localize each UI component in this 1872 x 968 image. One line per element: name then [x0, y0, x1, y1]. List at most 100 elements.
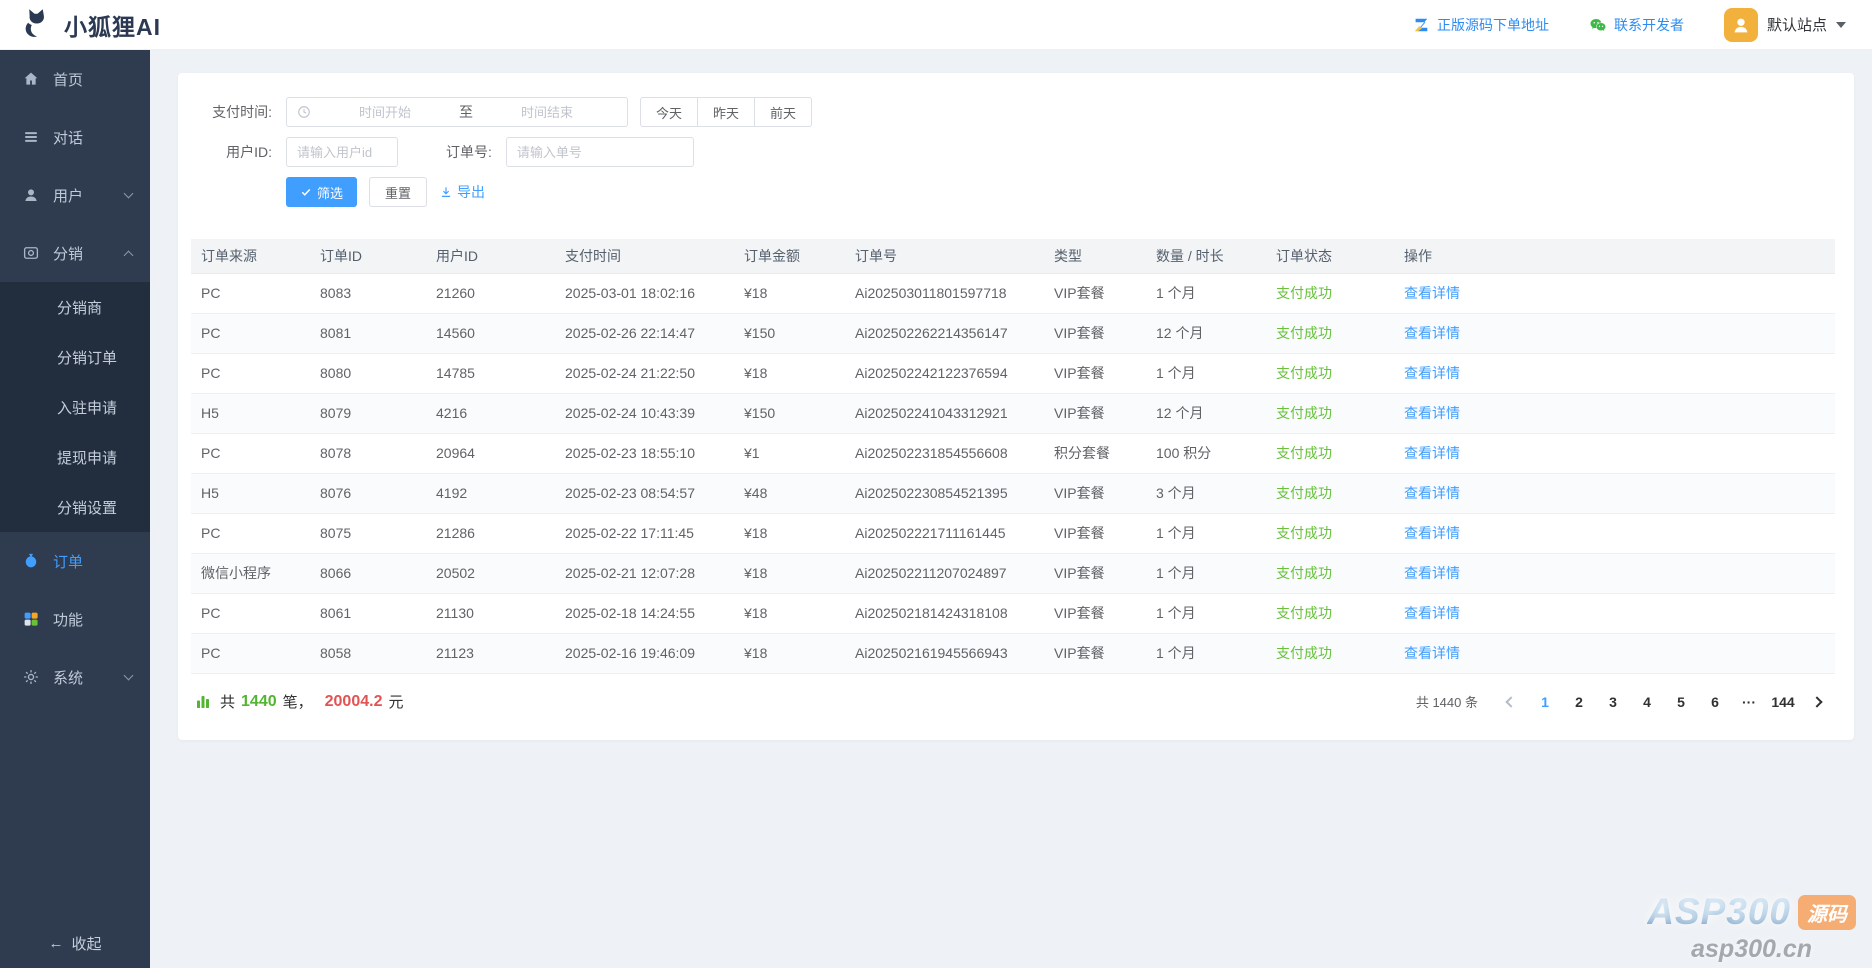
- time-start-input[interactable]: [315, 105, 455, 120]
- page-numbers: 123456···144: [1530, 688, 1798, 716]
- cell-status: 支付成功: [1266, 593, 1394, 633]
- cell-pay-time: 2025-02-24 10:43:39: [555, 393, 734, 433]
- view-details-link[interactable]: 查看详情: [1404, 485, 1460, 501]
- cell-type: VIP套餐: [1044, 273, 1146, 313]
- pagination: 共 1440 条 123456···144: [1416, 688, 1832, 716]
- sidebar-item-chat[interactable]: 对话: [0, 108, 150, 166]
- sidebar-item-users[interactable]: 用户: [0, 166, 150, 224]
- source-order-label: 正版源码下单地址: [1437, 15, 1549, 35]
- money-bag-icon: [22, 552, 40, 570]
- cell-type: VIP套餐: [1044, 633, 1146, 673]
- cell-action: 查看详情: [1394, 473, 1835, 513]
- cell-type: VIP套餐: [1044, 313, 1146, 353]
- cell-order-source: PC: [191, 633, 310, 673]
- sidebar-item-home[interactable]: 首页: [0, 50, 150, 108]
- table-footer: 共 1440 笔， 20004.2 元 共 1440 条 123456···14…: [178, 674, 1854, 740]
- card-icon: [22, 244, 40, 262]
- cell-amount: ¥1: [734, 433, 845, 473]
- cell-action: 查看详情: [1394, 593, 1835, 633]
- sidebar-subitem-distributors[interactable]: 分销商: [0, 282, 150, 332]
- cell-amount: ¥18: [734, 273, 845, 313]
- column-header: 操作: [1394, 239, 1835, 273]
- column-header: 订单来源: [191, 239, 310, 273]
- view-details-link[interactable]: 查看详情: [1404, 605, 1460, 621]
- view-details-link[interactable]: 查看详情: [1404, 325, 1460, 341]
- cell-quantity: 1 个月: [1146, 633, 1266, 673]
- quick-date-button[interactable]: 昨天: [697, 97, 755, 127]
- page-number[interactable]: 3: [1598, 688, 1628, 716]
- contact-developer-label: 联系开发者: [1614, 15, 1684, 35]
- page-number[interactable]: ···: [1734, 688, 1764, 716]
- collapse-sidebar-button[interactable]: ← 收起: [0, 933, 150, 954]
- cell-status: 支付成功: [1266, 353, 1394, 393]
- cell-order-no: Ai202502181424318108: [845, 593, 1044, 633]
- view-details-link[interactable]: 查看详情: [1404, 645, 1460, 661]
- table-row: 微信小程序 8066 20502 2025-02-21 12:07:28 ¥18…: [191, 553, 1835, 593]
- page-number[interactable]: 6: [1700, 688, 1730, 716]
- user-id-input[interactable]: [286, 137, 398, 167]
- user-id-label: 用户ID:: [196, 142, 272, 162]
- cell-quantity: 12 个月: [1146, 313, 1266, 353]
- cell-user-id: 4192: [426, 473, 555, 513]
- cell-order-id: 8075: [310, 513, 426, 553]
- page-number[interactable]: 1: [1530, 688, 1560, 716]
- filter-form: 支付时间: 至 今天昨天前天 用户ID: 订单号:: [178, 73, 1854, 239]
- cell-order-id: 8078: [310, 433, 426, 473]
- filter-button[interactable]: 筛选: [286, 177, 357, 207]
- cell-pay-time: 2025-02-21 12:07:28: [555, 553, 734, 593]
- cell-pay-time: 2025-02-23 18:55:10: [555, 433, 734, 473]
- export-button[interactable]: 导出: [439, 182, 485, 202]
- sidebar-item-distribution[interactable]: 分销: [0, 224, 150, 282]
- next-page-button[interactable]: [1802, 688, 1832, 716]
- cell-status: 支付成功: [1266, 313, 1394, 353]
- cell-quantity: 1 个月: [1146, 553, 1266, 593]
- column-header: 支付时间: [555, 239, 734, 273]
- cell-order-id: 8080: [310, 353, 426, 393]
- sidebar-subitem-withdrawal-applications[interactable]: 提现申请: [0, 432, 150, 482]
- quick-date-button[interactable]: 前天: [754, 97, 812, 127]
- cell-quantity: 100 积分: [1146, 433, 1266, 473]
- cell-user-id: 4216: [426, 393, 555, 433]
- view-details-link[interactable]: 查看详情: [1404, 525, 1460, 541]
- sidebar-subitem-distribution-settings[interactable]: 分销设置: [0, 482, 150, 532]
- view-details-link[interactable]: 查看详情: [1404, 565, 1460, 581]
- view-details-link[interactable]: 查看详情: [1404, 445, 1460, 461]
- cell-type: VIP套餐: [1044, 353, 1146, 393]
- sidebar: 首页 对话 用户 分销 分销商 分销订单 入驻申请 提现申请 分销设置 订单 功…: [0, 50, 150, 968]
- cell-order-source: 微信小程序: [191, 553, 310, 593]
- reset-button[interactable]: 重置: [369, 177, 427, 207]
- page-number[interactable]: 5: [1666, 688, 1696, 716]
- app-logo: 小狐狸AI: [18, 7, 161, 43]
- view-details-link[interactable]: 查看详情: [1404, 405, 1460, 421]
- quick-date-button[interactable]: 今天: [640, 97, 698, 127]
- prev-page-button[interactable]: [1496, 688, 1526, 716]
- view-details-link[interactable]: 查看详情: [1404, 285, 1460, 301]
- table-row: PC 8083 21260 2025-03-01 18:02:16 ¥18 Ai…: [191, 273, 1835, 313]
- cell-order-id: 8081: [310, 313, 426, 353]
- page-number[interactable]: 2: [1564, 688, 1594, 716]
- order-no-input[interactable]: [506, 137, 694, 167]
- z-logo-icon: [1412, 16, 1430, 34]
- pay-time-label: 支付时间:: [196, 102, 272, 122]
- sidebar-item-features[interactable]: 功能: [0, 590, 150, 648]
- date-range-picker[interactable]: 至: [286, 97, 628, 127]
- column-header: 数量 / 时长: [1146, 239, 1266, 273]
- source-order-link[interactable]: 正版源码下单地址: [1412, 15, 1549, 35]
- cell-pay-time: 2025-03-01 18:02:16: [555, 273, 734, 313]
- time-end-input[interactable]: [477, 105, 617, 120]
- sidebar-subitem-distribution-orders[interactable]: 分销订单: [0, 332, 150, 382]
- clock-icon: [297, 105, 311, 119]
- page-number[interactable]: 144: [1768, 688, 1798, 716]
- table-header-row: 订单来源订单ID用户ID支付时间订单金额订单号类型数量 / 时长订单状态操作: [191, 239, 1835, 273]
- user-icon: [22, 186, 40, 204]
- page-number[interactable]: 4: [1632, 688, 1662, 716]
- site-selector[interactable]: 默认站点: [1724, 8, 1846, 42]
- arrow-left-icon: ←: [48, 935, 63, 952]
- sidebar-subitem-join-applications[interactable]: 入驻申请: [0, 382, 150, 432]
- view-details-link[interactable]: 查看详情: [1404, 365, 1460, 381]
- contact-developer-link[interactable]: 联系开发者: [1589, 15, 1684, 35]
- column-header: 订单状态: [1266, 239, 1394, 273]
- sidebar-item-system[interactable]: 系统: [0, 648, 150, 706]
- sidebar-item-orders[interactable]: 订单: [0, 532, 150, 590]
- table-row: PC 8058 21123 2025-02-16 19:46:09 ¥18 Ai…: [191, 633, 1835, 673]
